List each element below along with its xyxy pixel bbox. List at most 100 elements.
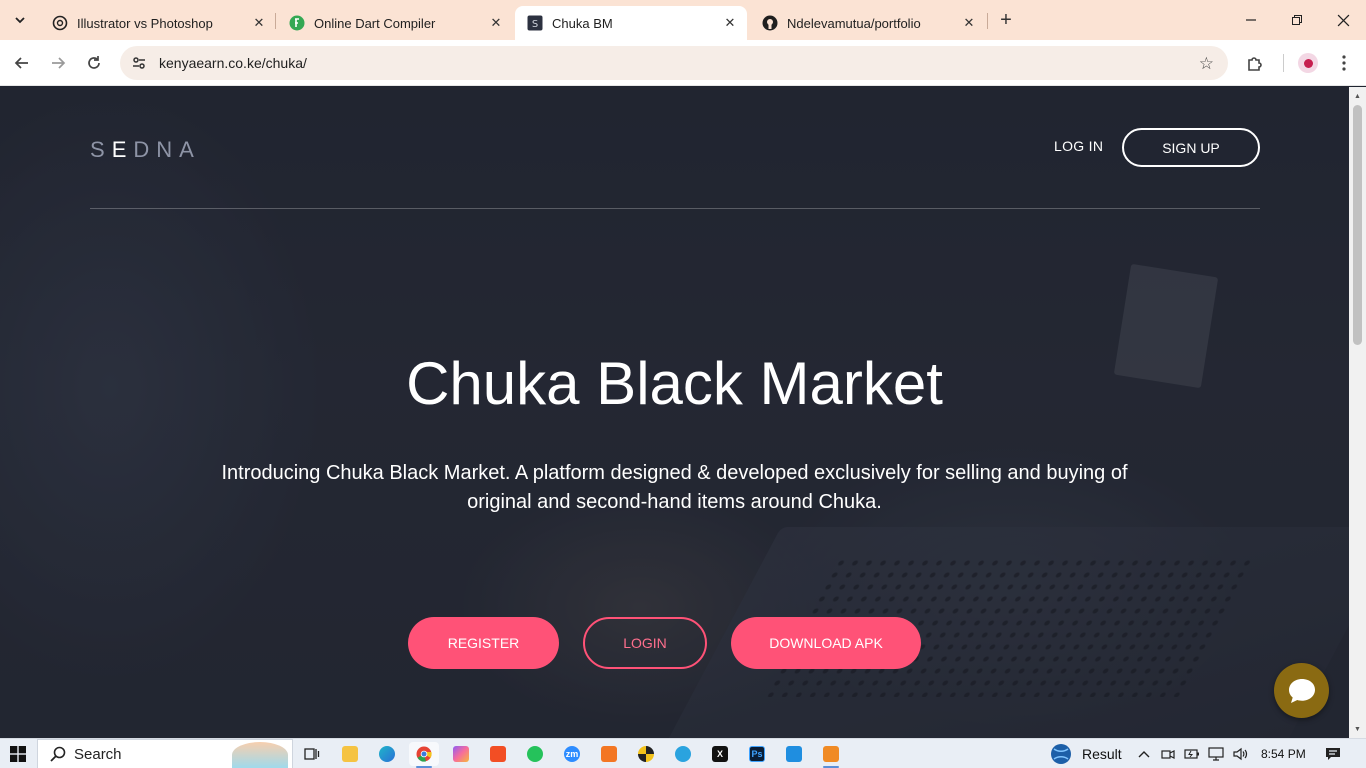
- close-icon: [1337, 14, 1349, 26]
- download-apk-button[interactable]: DOWNLOAD APK: [731, 617, 921, 669]
- tab-github-portfolio[interactable]: Ndelevamutua/portfolio ✕: [750, 6, 986, 40]
- url-text[interactable]: kenyaearn.co.ke/chuka/: [159, 55, 307, 71]
- avatar: [1298, 53, 1318, 73]
- restore-icon: [1292, 15, 1302, 25]
- close-icon[interactable]: ✕: [721, 14, 739, 32]
- extensions-button[interactable]: [1241, 49, 1269, 77]
- forward-button[interactable]: [44, 49, 72, 77]
- taskbar-search-label: Search: [74, 745, 122, 763]
- chat-widget-button[interactable]: [1274, 663, 1329, 718]
- tune-icon: [133, 57, 145, 69]
- close-icon[interactable]: ✕: [960, 14, 978, 32]
- cricket-ball-icon: [1051, 744, 1071, 764]
- notification-icon[interactable]: [1325, 746, 1341, 762]
- search-highlight-illustration: [232, 742, 288, 768]
- taskbar-copilot[interactable]: [446, 742, 476, 766]
- toolbar-divider: [1283, 54, 1284, 72]
- reload-button[interactable]: [80, 49, 108, 77]
- hero-subtitle-line: original and second-hand items around Ch…: [467, 491, 882, 513]
- battery-charging-icon[interactable]: [1184, 746, 1200, 762]
- hero-subtitle-line: Introducing Chuka Black Market. A platfo…: [221, 462, 1128, 484]
- restore-button[interactable]: [1274, 0, 1320, 40]
- network-icon[interactable]: [1208, 746, 1224, 762]
- svg-text:S: S: [532, 19, 538, 30]
- header-divider: [90, 208, 1260, 209]
- taskbar-file-explorer[interactable]: [335, 742, 365, 766]
- weather-label: Result: [1082, 746, 1122, 762]
- tray-overflow-chevron-up-icon[interactable]: [1136, 746, 1152, 762]
- x-logo-icon: X: [712, 746, 728, 762]
- page-scrollbar[interactable]: ▲ ▼: [1349, 87, 1366, 738]
- close-icon[interactable]: ✕: [250, 14, 268, 32]
- close-icon[interactable]: ✕: [487, 14, 505, 32]
- taskbar-chrome[interactable]: [409, 742, 439, 768]
- taskbar-brave[interactable]: [483, 742, 513, 766]
- taskbar-vscode[interactable]: [779, 742, 809, 766]
- taskbar-telegram[interactable]: [668, 742, 698, 766]
- windows-logo-icon: [10, 746, 26, 762]
- xampp-icon: [601, 746, 617, 762]
- minimize-button[interactable]: [1228, 0, 1274, 40]
- register-button[interactable]: REGISTER: [408, 617, 559, 669]
- tab-search-button[interactable]: [6, 7, 34, 33]
- folder-icon: [342, 746, 358, 762]
- windows-taskbar: Search zm X Ps Result 8:54 PM: [0, 738, 1366, 768]
- close-window-button[interactable]: [1320, 0, 1366, 40]
- hero-title: Chuka Black Market: [406, 350, 943, 417]
- tab-title: Chuka BM: [552, 15, 613, 31]
- openai-icon: [52, 15, 68, 31]
- taskbar-whatsapp[interactable]: [520, 742, 550, 766]
- tab-divider: [987, 13, 988, 29]
- reload-icon: [88, 56, 100, 69]
- taskbar-app-orange[interactable]: [816, 742, 846, 768]
- volume-icon[interactable]: [1232, 746, 1248, 762]
- back-button[interactable]: [8, 49, 36, 77]
- search-icon: [50, 746, 66, 762]
- scroll-down-arrow-icon[interactable]: ▼: [1349, 722, 1366, 736]
- brand-letter: S: [90, 137, 112, 162]
- task-view-icon: [304, 748, 320, 760]
- brand-letter-highlight: E: [111, 137, 134, 162]
- zoom-icon: zm: [564, 746, 580, 762]
- weather-widget[interactable]: Result: [1050, 739, 1122, 768]
- dart-compiler-icon: [289, 15, 305, 31]
- tab-chuka-bm[interactable]: S Chuka BM ✕: [515, 6, 747, 40]
- taskbar-xampp[interactable]: [594, 742, 624, 766]
- scroll-thumb[interactable]: [1353, 105, 1362, 345]
- tab-title: Ndelevamutua/portfolio: [787, 15, 921, 31]
- new-tab-button[interactable]: +: [994, 8, 1018, 32]
- chat-bubble-icon: [1288, 678, 1315, 703]
- site-info-button[interactable]: [122, 46, 156, 80]
- brand-letters: DNA: [133, 137, 201, 162]
- nav-login-link[interactable]: LOG IN: [1054, 138, 1103, 154]
- taskbar-app-yellow[interactable]: [631, 742, 661, 766]
- github-icon: [762, 15, 778, 31]
- start-button[interactable]: [0, 739, 36, 768]
- tab-illustrator-vs-photoshop[interactable]: Illustrator vs Photoshop ✕: [40, 6, 276, 40]
- taskbar-edge[interactable]: [372, 742, 402, 766]
- s-favicon-icon: S: [527, 15, 543, 31]
- taskbar-search-box[interactable]: Search: [37, 739, 293, 768]
- tab-title: Illustrator vs Photoshop: [77, 15, 213, 31]
- task-view-button[interactable]: [297, 742, 327, 766]
- bookmark-star-icon[interactable]: ☆: [1199, 54, 1214, 74]
- taskbar-photoshop[interactable]: Ps: [742, 742, 772, 766]
- brave-lion-icon: [490, 746, 506, 762]
- taskbar-zoom[interactable]: zm: [557, 742, 587, 766]
- menu-button[interactable]: [1330, 49, 1358, 77]
- vscode-icon: [786, 746, 802, 762]
- tab-online-dart-compiler[interactable]: Online Dart Compiler ✕: [277, 6, 513, 40]
- profile-button[interactable]: [1294, 49, 1322, 77]
- nav-signup-button[interactable]: SIGN UP: [1122, 128, 1260, 167]
- scroll-up-arrow-icon[interactable]: ▲: [1349, 89, 1366, 103]
- taskbar-clock[interactable]: 8:54 PM: [1261, 739, 1306, 768]
- brand-logo[interactable]: SEDNA: [90, 137, 201, 163]
- taskbar-x[interactable]: X: [705, 742, 735, 766]
- edge-icon: [379, 746, 395, 762]
- address-bar[interactable]: kenyaearn.co.ke/chuka/ ☆: [120, 46, 1228, 80]
- photoshop-icon: Ps: [749, 746, 765, 762]
- camera-mic-icon[interactable]: [1160, 746, 1176, 762]
- hazard-app-icon: [638, 746, 654, 762]
- browser-tab-strip: Illustrator vs Photoshop ✕ Online Dart C…: [0, 0, 1366, 40]
- login-button[interactable]: LOGIN: [583, 617, 707, 669]
